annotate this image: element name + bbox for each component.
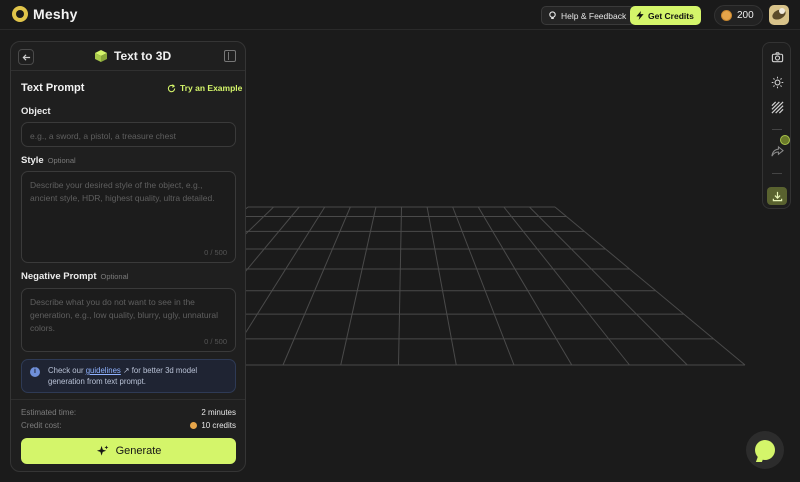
logo-text: Meshy <box>33 6 78 22</box>
lightning-icon <box>636 11 644 20</box>
refresh-icon <box>167 83 176 92</box>
help-feedback-button[interactable]: Help & Feedback <box>541 6 636 25</box>
info-prefix: Check our <box>48 366 86 375</box>
negative-prompt-placeholder: Describe what you do not want to see in … <box>30 297 219 333</box>
viewport-toolbar <box>762 42 791 209</box>
grid-line <box>282 206 351 366</box>
guidelines-info-box: i Check our guidelines ↗ for better 3d m… <box>21 359 236 393</box>
credit-cost-row: Credit cost: 10 credits <box>21 421 236 430</box>
credit-cost-label: Credit cost: <box>21 421 62 430</box>
generate-button[interactable]: Generate <box>21 438 236 464</box>
section-title: Text Prompt <box>21 82 85 94</box>
info-text: Check our guidelines ↗ for better 3d mod… <box>48 365 228 387</box>
style-textarea[interactable]: Describe your desired style of the objec… <box>21 171 236 263</box>
generate-label: Generate <box>115 445 162 457</box>
camera-icon <box>771 51 783 62</box>
info-icon: i <box>30 367 40 377</box>
credit-balance[interactable]: 200 <box>714 5 763 26</box>
cube-icon <box>95 50 107 62</box>
toolbar-divider <box>772 173 782 174</box>
external-link-icon: ↗ <box>120 366 130 375</box>
top-bar: Meshy Help & Feedback Get Credits 200 <box>0 0 800 30</box>
download-icon <box>772 191 782 201</box>
object-input[interactable]: e.g., a sword, a pistol, a treasure ches… <box>21 122 236 147</box>
logo[interactable]: Meshy <box>12 6 78 22</box>
user-avatar[interactable] <box>769 5 789 25</box>
style-label-text: Style <box>21 155 44 166</box>
grid-line <box>554 206 746 366</box>
credit-balance-value: 200 <box>737 10 754 21</box>
guidelines-link[interactable]: guidelines <box>86 366 121 375</box>
sparkle-icon <box>96 444 108 456</box>
gift-icon <box>780 135 790 145</box>
estimated-time-label: Estimated time: <box>21 408 77 417</box>
credit-cost-value-wrap: 10 credits <box>190 421 236 430</box>
grid-line <box>452 206 515 366</box>
arrow-left-icon <box>22 53 30 61</box>
panel-title-text: Text to 3D <box>114 49 172 63</box>
negative-char-counter: 0 / 500 <box>204 337 227 346</box>
support-chat-button[interactable] <box>746 431 784 469</box>
object-label-text: Object <box>21 106 51 117</box>
coin-icon <box>721 10 732 21</box>
collapse-panel-button[interactable] <box>224 50 236 62</box>
share-button[interactable] <box>769 143 785 159</box>
negative-prompt-label-text: Negative Prompt <box>21 271 97 282</box>
coin-icon <box>190 422 198 429</box>
grid-line <box>477 206 573 366</box>
style-label: Style Optional <box>21 155 76 166</box>
texture-icon <box>771 101 783 113</box>
negative-prompt-textarea[interactable]: Describe what you do not want to see in … <box>21 288 236 352</box>
panel-title: Text to 3D <box>94 49 171 63</box>
grid-line <box>398 206 402 366</box>
screenshot-button[interactable] <box>769 49 785 65</box>
grid-line <box>426 206 457 366</box>
get-credits-label: Get Credits <box>648 10 694 21</box>
try-example-button[interactable]: Try an Example <box>167 83 242 93</box>
object-label: Object <box>21 106 51 117</box>
grid-line <box>503 206 630 366</box>
estimated-time-row: Estimated time: 2 minutes <box>21 408 236 417</box>
share-icon <box>770 145 784 156</box>
try-example-label: Try an Example <box>180 83 243 93</box>
toolbar-divider <box>772 129 782 130</box>
negative-optional-tag: Optional <box>100 272 129 281</box>
text-to-3d-panel: Text to 3D Text Prompt Try an Example Ob… <box>10 41 246 472</box>
object-placeholder: e.g., a sword, a pistol, a treasure ches… <box>30 131 176 141</box>
grid-line <box>340 206 377 366</box>
back-button[interactable] <box>18 49 34 65</box>
texture-button[interactable] <box>769 99 785 115</box>
credit-cost-value: 10 credits <box>201 421 236 430</box>
style-optional-tag: Optional <box>47 156 76 165</box>
sun-icon <box>771 76 783 88</box>
chat-bubble-icon <box>755 440 775 460</box>
logo-icon <box>12 6 28 22</box>
get-credits-button[interactable]: Get Credits <box>630 6 701 25</box>
negative-prompt-label: Negative Prompt Optional <box>21 271 128 282</box>
help-feedback-label: Help & Feedback <box>561 10 627 21</box>
lightbulb-icon <box>549 11 556 20</box>
download-button[interactable] <box>767 187 787 205</box>
style-placeholder: Describe your desired style of the objec… <box>30 180 215 203</box>
grid-line <box>529 206 688 366</box>
estimated-time-value: 2 minutes <box>201 408 236 417</box>
panel-footer: Estimated time: 2 minutes Credit cost: 1… <box>11 399 245 471</box>
style-char-counter: 0 / 500 <box>204 248 227 257</box>
lighting-button[interactable] <box>769 74 785 90</box>
panel-header: Text to 3D <box>11 42 245 71</box>
